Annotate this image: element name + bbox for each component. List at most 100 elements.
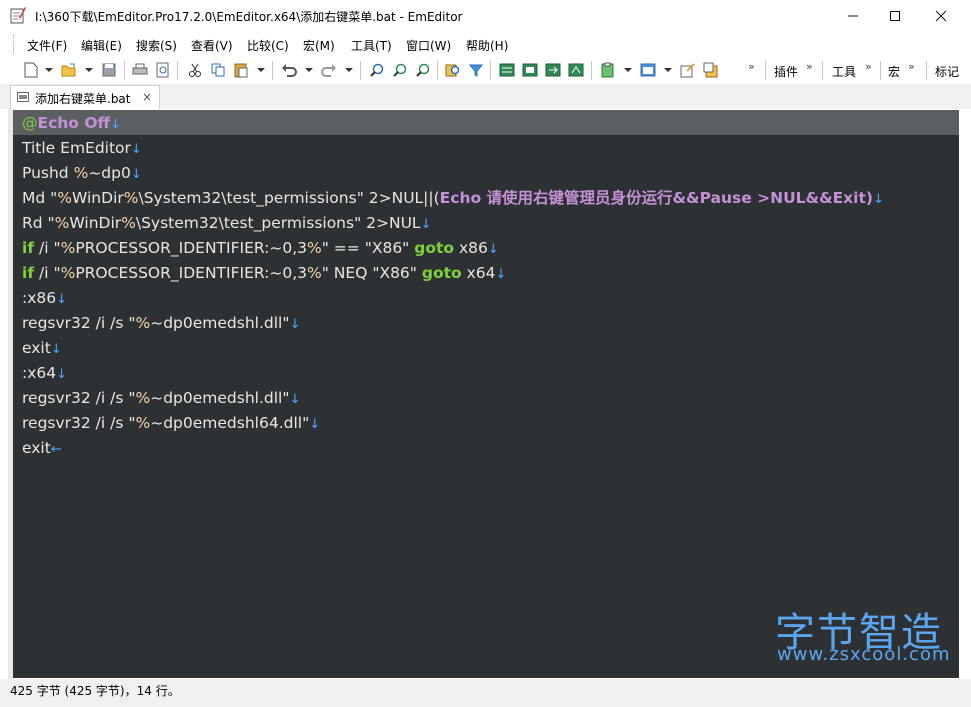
code-token: Title EmEditor <box>22 139 131 157</box>
window-dropdown[interactable] <box>664 68 672 72</box>
menu-grip[interactable] <box>13 35 17 53</box>
code-token: % <box>54 214 70 232</box>
tab-document[interactable]: 添加右键菜单.bat × <box>10 85 160 109</box>
copy-icon <box>211 63 225 77</box>
code-token: % <box>121 214 136 232</box>
paste-button[interactable] <box>232 61 250 79</box>
compare-button[interactable] <box>567 61 585 79</box>
code-line-14: exit← <box>22 436 62 461</box>
save-button[interactable] <box>100 61 118 79</box>
new-file-button[interactable] <box>22 61 40 79</box>
code-line-11: :x64↓ <box>22 361 67 386</box>
properties-icon <box>703 62 718 78</box>
split-button[interactable] <box>521 61 539 79</box>
menu-window[interactable]: 窗口(W) <box>406 37 451 54</box>
close-button[interactable] <box>918 0 964 31</box>
mark-toolbar-label[interactable]: 标记 <box>935 63 959 80</box>
code-token: \System32\test_permissions" 2>NUL <box>135 214 421 232</box>
customize-button[interactable] <box>679 61 697 79</box>
code-token: :x64 <box>22 364 57 382</box>
new-file-dropdown[interactable] <box>45 68 53 72</box>
properties-button[interactable] <box>702 61 720 79</box>
open-button[interactable] <box>60 61 78 79</box>
paste-dropdown[interactable] <box>257 68 265 72</box>
menu-macro[interactable]: 宏(M) <box>303 37 335 54</box>
toolbar: » 插件 » 工具 » 宏 » 标记 <box>0 57 971 85</box>
find-previous-button[interactable] <box>414 61 432 79</box>
tools-overflow-chevron-icon[interactable]: » <box>865 60 872 73</box>
outline-button[interactable] <box>498 61 516 79</box>
code-token: " NEQ "X86" <box>321 264 422 282</box>
macro-toolbar-label[interactable]: 宏 <box>888 63 900 80</box>
find-next-button[interactable] <box>391 61 409 79</box>
code-token: x86 <box>454 239 488 257</box>
find-button[interactable] <box>368 61 386 79</box>
window-button[interactable] <box>639 61 657 79</box>
maximize-button[interactable] <box>872 0 918 31</box>
code-token: % <box>307 239 322 257</box>
open-folder-icon <box>61 63 76 77</box>
clipboard-dropdown[interactable] <box>624 68 632 72</box>
code-token: Rd " <box>22 214 55 232</box>
macro-overflow-chevron-icon[interactable]: » <box>908 60 915 73</box>
menu-edit[interactable]: 编辑(E) <box>81 37 122 54</box>
filter-button[interactable] <box>467 61 485 79</box>
newline-mark: ↓ <box>289 392 301 407</box>
toolbar-separator <box>360 61 361 80</box>
code-token: goto <box>414 239 455 257</box>
print-preview-button[interactable] <box>154 61 172 79</box>
code-line-7: if /i "%PROCESSOR_IDENTIFIER:~0,3%" NEQ … <box>22 261 506 286</box>
menu-tools[interactable]: 工具(T) <box>351 37 392 54</box>
tools-toolbar-label[interactable]: 工具 <box>832 63 856 80</box>
clipboard-button[interactable] <box>599 61 617 79</box>
code-token: ~dp0emedshl64.dll" <box>150 414 310 432</box>
plugins-toolbar-label[interactable]: 插件 <box>774 63 798 80</box>
sync-scroll-button[interactable] <box>544 61 562 79</box>
copy-button[interactable] <box>209 61 227 79</box>
find-in-files-button[interactable] <box>444 61 462 79</box>
cut-button[interactable] <box>186 61 204 79</box>
print-icon <box>132 63 148 75</box>
newline-mark: ↓ <box>56 367 68 382</box>
toolbar-separator <box>272 61 273 80</box>
code-token: if <box>22 264 35 282</box>
newline-mark: ↓ <box>495 267 507 282</box>
undo-dropdown[interactable] <box>305 68 313 72</box>
menu-compare[interactable]: 比较(C) <box>247 37 289 54</box>
newline-mark: ↓ <box>56 292 68 307</box>
code-token: % <box>307 264 322 282</box>
menu-file[interactable]: 文件(F) <box>27 37 67 54</box>
minimize-button[interactable] <box>830 0 876 31</box>
filter-icon <box>469 64 483 77</box>
open-dropdown[interactable] <box>85 68 93 72</box>
redo-dropdown[interactable] <box>345 68 353 72</box>
code-token: % <box>135 314 151 332</box>
editor-area[interactable]: @Echo Off↓ Title EmEditor↓ Pushd %~dp0↓ … <box>13 110 959 678</box>
code-token: exit <box>22 439 51 457</box>
clipboard-icon <box>601 62 614 78</box>
menu-help[interactable]: 帮助(H) <box>466 37 508 54</box>
menu-bar: 文件(F) 编辑(E) 搜索(S) 查看(V) 比较(C) 宏(M) 工具(T)… <box>0 31 971 57</box>
print-preview-icon <box>156 62 169 78</box>
code-line-13: regsvr32 /i /s "%~dp0emedshl64.dll"↓ <box>22 411 320 436</box>
redo-button[interactable] <box>320 61 338 79</box>
compare-icon <box>568 63 584 77</box>
code-token: % <box>135 389 151 407</box>
undo-button[interactable] <box>280 61 298 79</box>
menu-search[interactable]: 搜索(S) <box>136 37 177 54</box>
watermark-url: www.zsxcool.com <box>777 644 951 665</box>
code-token: /i " <box>34 239 61 257</box>
tab-label: 添加右键菜单.bat <box>35 92 131 106</box>
code-token: ~dp0emedshl.dll" <box>150 314 290 332</box>
print-button[interactable] <box>131 61 149 79</box>
plugins-overflow-chevron-icon[interactable]: » <box>806 60 813 73</box>
new-file-icon <box>24 62 38 78</box>
code-token: % <box>57 189 73 207</box>
find-previous-icon <box>416 63 430 77</box>
toolbar-separator <box>822 61 823 80</box>
menu-view[interactable]: 查看(V) <box>191 37 233 54</box>
tab-close-icon[interactable]: × <box>142 90 152 104</box>
toolbar-overflow-chevron-icon[interactable]: » <box>748 60 755 73</box>
code-line-6: if /i "%PROCESSOR_IDENTIFIER:~0,3%" == "… <box>22 236 499 261</box>
find-next-icon <box>393 63 407 77</box>
